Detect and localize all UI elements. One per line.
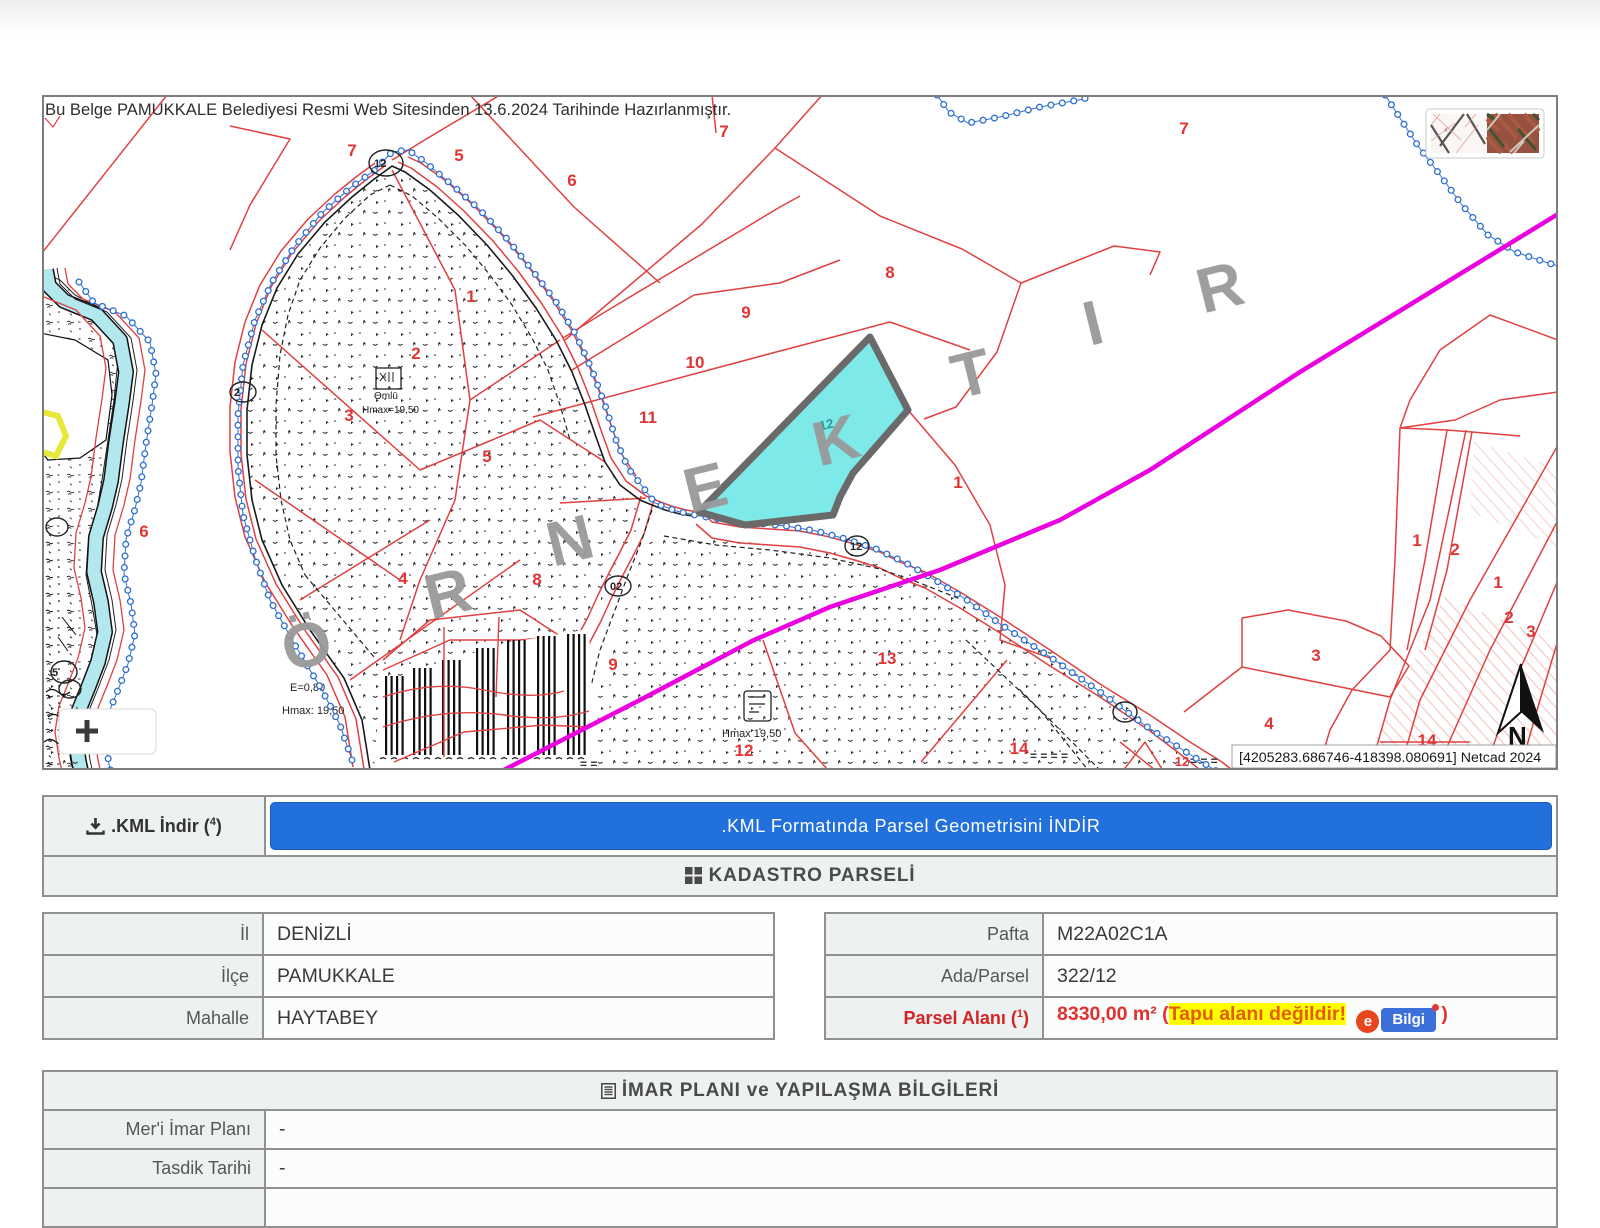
svg-text:6: 6 <box>567 171 576 190</box>
svg-text:Hmax=19,50: Hmax=19,50 <box>362 405 419 416</box>
svg-text:3: 3 <box>1526 622 1535 641</box>
svg-text:1: 1 <box>1493 573 1502 592</box>
svg-text:T: T <box>944 336 998 413</box>
svg-text:1: 1 <box>1412 531 1421 550</box>
svg-text:5: 5 <box>52 667 58 679</box>
svg-text:9: 9 <box>741 303 750 322</box>
svg-text:13: 13 <box>878 649 897 668</box>
svg-text:02: 02 <box>610 581 622 593</box>
svg-text:I: I <box>1076 287 1110 359</box>
svg-text:2: 2 <box>1504 608 1513 627</box>
svg-text:2: 2 <box>234 387 240 399</box>
svg-text:= = = =: = = = = <box>1030 749 1068 763</box>
svg-text:14: 14 <box>1010 739 1029 758</box>
svg-text:Өmlū: Өmlū <box>374 391 398 402</box>
svg-text:11: 11 <box>639 408 657 427</box>
svg-text:2: 2 <box>411 344 420 363</box>
svg-text:8: 8 <box>532 570 541 589</box>
svg-text:3: 3 <box>1311 646 1320 665</box>
svg-text:7: 7 <box>719 122 728 141</box>
svg-text:4: 4 <box>398 569 408 588</box>
svg-text:12: 12 <box>374 158 386 170</box>
svg-text:= =: = = <box>580 757 597 768</box>
svg-text:5: 5 <box>482 447 491 466</box>
svg-text:12: 12 <box>735 741 754 760</box>
svg-text:5: 5 <box>454 146 463 165</box>
svg-text:7: 7 <box>347 141 356 160</box>
svg-text:8: 8 <box>885 263 894 282</box>
svg-text:2: 2 <box>1450 540 1459 559</box>
svg-text:7: 7 <box>1179 119 1188 138</box>
svg-text:12: 12 <box>1175 754 1189 768</box>
svg-text:1: 1 <box>953 473 962 492</box>
svg-text:6: 6 <box>139 522 148 541</box>
svg-text:[4205283.686746-418398.080691]: [4205283.686746-418398.080691] Netcad 20… <box>1239 750 1541 766</box>
svg-text:10: 10 <box>686 353 705 372</box>
svg-text:12: 12 <box>850 541 862 553</box>
svg-text:R: R <box>1189 248 1250 327</box>
svg-text:4: 4 <box>1264 714 1274 733</box>
svg-text:3: 3 <box>344 406 353 425</box>
svg-text:1: 1 <box>466 287 475 306</box>
svg-text:9: 9 <box>608 655 617 674</box>
svg-text:Hmax 19,50: Hmax 19,50 <box>722 728 781 740</box>
